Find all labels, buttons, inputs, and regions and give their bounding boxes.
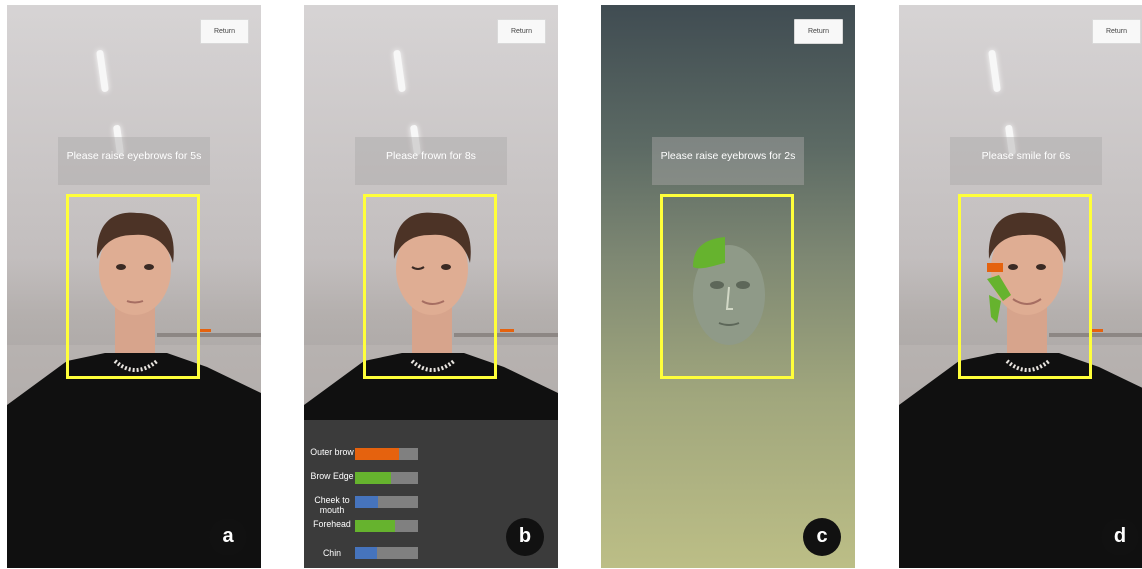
metric-bar xyxy=(355,472,418,484)
instruction-prompt: Please frown for 8s xyxy=(355,137,507,185)
metric-label: Cheek to mouth xyxy=(314,495,350,515)
metric-row-brow-edge: Brow Edge xyxy=(304,469,558,493)
return-button[interactable]: Return xyxy=(200,19,249,44)
face-tracking-box xyxy=(363,194,497,379)
metric-bar xyxy=(355,520,418,532)
metric-bar-fill xyxy=(355,496,379,508)
metric-label: Brow Edge xyxy=(310,471,354,481)
face-tracking-box xyxy=(66,194,200,379)
metric-bar-fill xyxy=(355,472,391,484)
instruction-prompt: Please raise eyebrows for 2s xyxy=(652,137,804,185)
screen-d: Return Please smile for 6s d xyxy=(899,5,1142,568)
return-button[interactable]: Return xyxy=(794,19,843,44)
metric-label: Forehead xyxy=(313,519,351,529)
panel-label-badge: a xyxy=(209,518,247,556)
metric-bar xyxy=(355,547,418,559)
metric-label: Outer brow xyxy=(310,447,354,457)
screen-b: Return Please frown for 8s Outer brow Br… xyxy=(304,5,558,568)
panel-label-badge: b xyxy=(506,518,544,556)
metric-label: Chin xyxy=(322,548,342,558)
metric-bar xyxy=(355,496,418,508)
screen-c: Return Please raise eyebrows for 2s c xyxy=(601,5,855,568)
metric-bar-fill xyxy=(355,520,395,532)
metric-bar-fill xyxy=(355,448,400,460)
panel-label-badge: d xyxy=(1101,518,1139,556)
face-tracking-box xyxy=(958,194,1092,379)
instruction-prompt: Please raise eyebrows for 5s xyxy=(58,137,210,185)
metric-row-cheek-to-mouth: Cheek to mouth xyxy=(304,493,558,517)
metric-bar xyxy=(355,448,418,460)
metric-bar-fill xyxy=(355,547,378,559)
panel-label-badge: c xyxy=(803,518,841,556)
screen-a: Return Please raise eyebrows for 5s a xyxy=(7,5,261,568)
metric-row-outer-brow: Outer brow xyxy=(304,445,558,469)
instruction-prompt: Please smile for 6s xyxy=(950,137,1102,185)
face-tracking-box xyxy=(660,194,794,379)
return-button[interactable]: Return xyxy=(1092,19,1141,44)
return-button[interactable]: Return xyxy=(497,19,546,44)
